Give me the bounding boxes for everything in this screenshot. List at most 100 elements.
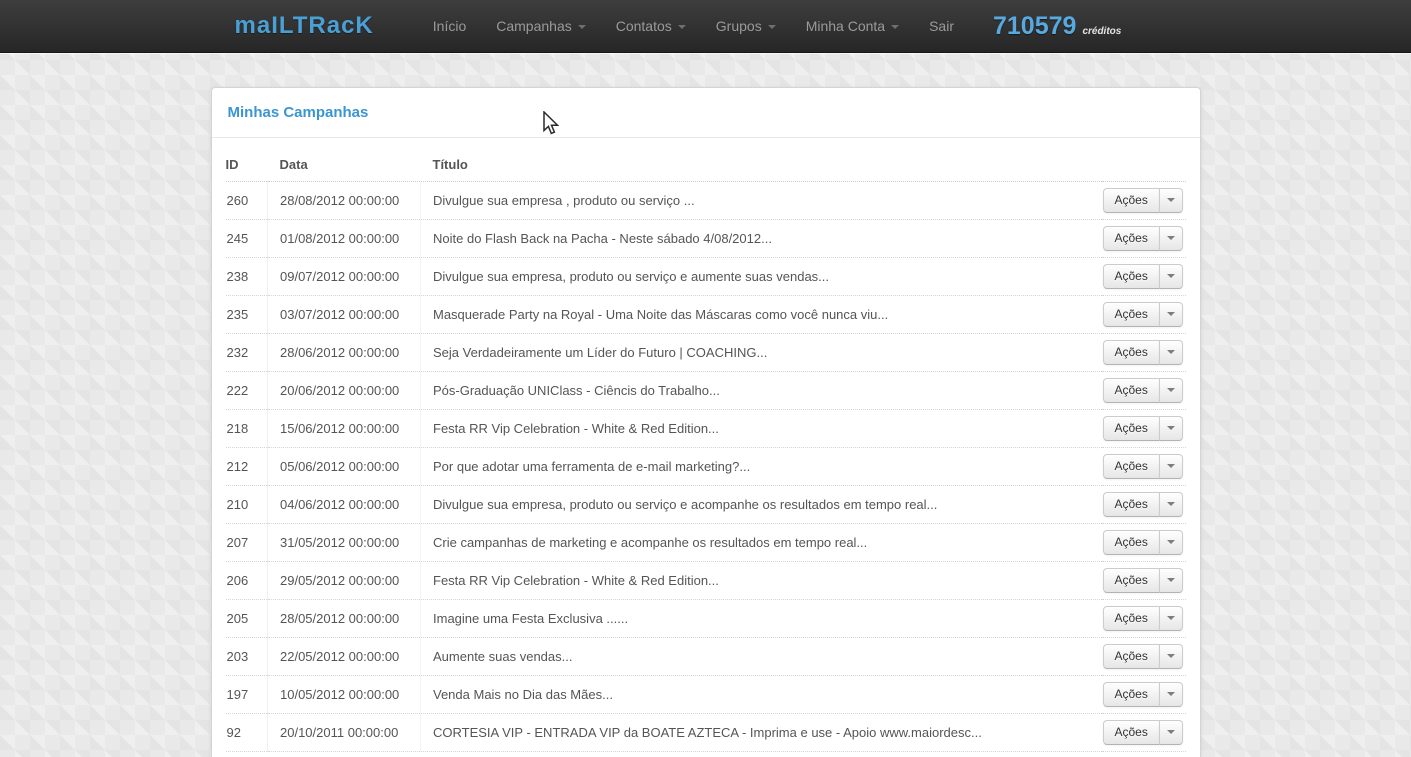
nav-item-sair[interactable]: Sair (914, 0, 969, 53)
acoes-button[interactable]: Ações (1103, 378, 1160, 403)
acoes-button[interactable]: Ações (1103, 606, 1160, 631)
acoes-dropdown-button[interactable] (1159, 340, 1183, 365)
campaign-title-cell: Divulgue sua empresa , produto ou serviç… (421, 182, 1102, 220)
nav-item-grupos[interactable]: Grupos (701, 0, 791, 53)
nav-item-contatos[interactable]: Contatos (601, 0, 701, 53)
caret-down-icon (1167, 692, 1175, 696)
chevron-down-icon (891, 25, 899, 29)
table-row: 260 28/08/2012 00:00:00 Divulgue sua emp… (226, 182, 1186, 220)
acoes-button[interactable]: Ações (1103, 682, 1160, 707)
campaign-actions-cell: Ações (1102, 486, 1186, 524)
acoes-dropdown-button[interactable] (1159, 682, 1183, 707)
actions-split-button: Ações (1103, 264, 1183, 289)
campaign-title-cell: Venda Mais no Dia das Mães... (421, 676, 1102, 714)
campaign-date-cell: 01/08/2012 00:00:00 (268, 220, 421, 258)
campaign-title-cell: Noite do Flash Back na Pacha - Neste sáb… (421, 220, 1102, 258)
acoes-button[interactable]: Ações (1103, 644, 1160, 669)
campaign-title-cell: Festa RR Vip Celebration - White & Red E… (421, 410, 1102, 448)
campaign-id-cell: 210 (226, 486, 268, 524)
table-row: 232 28/06/2012 00:00:00 Seja Verdadeiram… (226, 334, 1186, 372)
acoes-button[interactable]: Ações (1103, 226, 1160, 251)
actions-split-button: Ações (1103, 378, 1183, 403)
acoes-dropdown-button[interactable] (1159, 644, 1183, 669)
nav-item-minha-conta[interactable]: Minha Conta (791, 0, 914, 53)
campaign-id-cell: 212 (226, 448, 268, 486)
campaign-actions-cell: Ações (1102, 524, 1186, 562)
acoes-dropdown-button[interactable] (1159, 378, 1183, 403)
campaign-actions-cell: Ações (1102, 676, 1186, 714)
campaigns-table: ID Data Título 260 28/08/2012 00:00:00 D… (226, 138, 1186, 752)
column-header-actions (1102, 138, 1186, 182)
campaign-title-cell: Seja Verdadeiramente um Líder do Futuro … (421, 334, 1102, 372)
nav-item-label: Grupos (716, 18, 762, 34)
table-row: 245 01/08/2012 00:00:00 Noite do Flash B… (226, 220, 1186, 258)
campaign-title-cell: Festa RR Vip Celebration - White & Red E… (421, 562, 1102, 600)
nav-item-inicio[interactable]: Início (418, 0, 481, 53)
acoes-dropdown-button[interactable] (1159, 416, 1183, 441)
table-row: 222 20/06/2012 00:00:00 Pós-Graduação UN… (226, 372, 1186, 410)
acoes-button[interactable]: Ações (1103, 492, 1160, 517)
caret-down-icon (1167, 578, 1175, 582)
acoes-dropdown-button[interactable] (1159, 302, 1183, 327)
navbar-container: maILTRacK Início Campanhas Contatos Grup… (211, 0, 1201, 52)
brand-logo[interactable]: maILTRacK (235, 12, 374, 40)
caret-down-icon (1167, 274, 1175, 278)
campaigns-table-wrap: ID Data Título 260 28/08/2012 00:00:00 D… (212, 138, 1200, 752)
acoes-button[interactable]: Ações (1103, 264, 1160, 289)
actions-split-button: Ações (1103, 188, 1183, 213)
acoes-button[interactable]: Ações (1103, 416, 1160, 441)
acoes-button[interactable]: Ações (1103, 340, 1160, 365)
table-row: 212 05/06/2012 00:00:00 Por que adotar u… (226, 448, 1186, 486)
actions-split-button: Ações (1103, 340, 1183, 365)
acoes-dropdown-button[interactable] (1159, 720, 1183, 745)
campaign-id-cell: 206 (226, 562, 268, 600)
acoes-dropdown-button[interactable] (1159, 530, 1183, 555)
credits-counter: 710579 créditos (993, 12, 1121, 41)
campaign-id-cell: 197 (226, 676, 268, 714)
acoes-dropdown-button[interactable] (1159, 226, 1183, 251)
campaign-date-cell: 03/07/2012 00:00:00 (268, 296, 421, 334)
acoes-dropdown-button[interactable] (1159, 606, 1183, 631)
campaign-actions-cell: Ações (1102, 220, 1186, 258)
table-row: 218 15/06/2012 00:00:00 Festa RR Vip Cel… (226, 410, 1186, 448)
caret-down-icon (1167, 426, 1175, 430)
acoes-button[interactable]: Ações (1103, 720, 1160, 745)
acoes-button[interactable]: Ações (1103, 568, 1160, 593)
campaign-id-cell: 222 (226, 372, 268, 410)
table-row: 207 31/05/2012 00:00:00 Crie campanhas d… (226, 524, 1186, 562)
campaign-title-cell: Divulgue sua empresa, produto ou serviço… (421, 486, 1102, 524)
campaigns-panel: Minhas Campanhas ID Data Título 260 (211, 87, 1201, 757)
campaign-id-cell: 203 (226, 638, 268, 676)
table-row: 203 22/05/2012 00:00:00 Aumente suas ven… (226, 638, 1186, 676)
caret-down-icon (1167, 464, 1175, 468)
nav-item-label: Campanhas (496, 18, 572, 34)
campaign-actions-cell: Ações (1102, 410, 1186, 448)
acoes-dropdown-button[interactable] (1159, 492, 1183, 517)
main-nav: Início Campanhas Contatos Grupos Minha C… (418, 0, 969, 53)
campaign-actions-cell: Ações (1102, 334, 1186, 372)
caret-down-icon (1167, 198, 1175, 202)
campaign-title-cell: Pós-Graduação UNIClass - Ciêncis do Trab… (421, 372, 1102, 410)
acoes-dropdown-button[interactable] (1159, 188, 1183, 213)
acoes-button[interactable]: Ações (1103, 302, 1160, 327)
acoes-dropdown-button[interactable] (1159, 454, 1183, 479)
column-header-date: Data (268, 138, 421, 182)
acoes-dropdown-button[interactable] (1159, 568, 1183, 593)
campaign-date-cell: 28/05/2012 00:00:00 (268, 600, 421, 638)
nav-item-campanhas[interactable]: Campanhas (481, 0, 601, 53)
acoes-button[interactable]: Ações (1103, 530, 1160, 555)
campaign-title-cell: Por que adotar uma ferramenta de e-mail … (421, 448, 1102, 486)
campaign-id-cell: 235 (226, 296, 268, 334)
actions-split-button: Ações (1103, 416, 1183, 441)
campaign-id-cell: 205 (226, 600, 268, 638)
actions-split-button: Ações (1103, 454, 1183, 479)
acoes-button[interactable]: Ações (1103, 454, 1160, 479)
table-row: 205 28/05/2012 00:00:00 Imagine uma Fest… (226, 600, 1186, 638)
table-row: 197 10/05/2012 00:00:00 Venda Mais no Di… (226, 676, 1186, 714)
table-body: 260 28/08/2012 00:00:00 Divulgue sua emp… (226, 182, 1186, 752)
campaign-actions-cell: Ações (1102, 638, 1186, 676)
acoes-button[interactable]: Ações (1103, 188, 1160, 213)
acoes-dropdown-button[interactable] (1159, 264, 1183, 289)
nav-item-label: Sair (929, 18, 954, 34)
campaign-actions-cell: Ações (1102, 714, 1186, 752)
